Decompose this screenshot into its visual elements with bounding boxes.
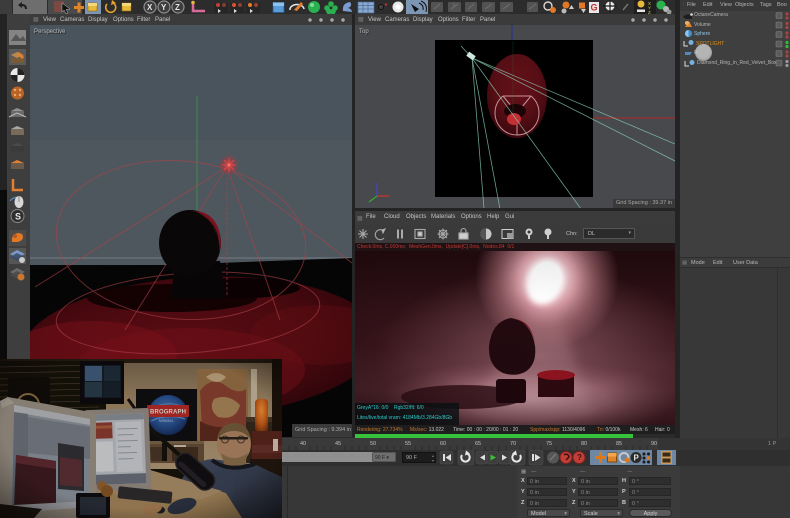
svg-text:P: P (634, 454, 640, 463)
svg-text:X: X (147, 3, 153, 12)
svg-text:40: 40 (300, 441, 306, 447)
svg-text:45: 45 (335, 441, 341, 447)
svg-text:?: ? (577, 453, 582, 462)
svg-text:75: 75 (546, 441, 552, 447)
svg-text:55: 55 (405, 441, 411, 447)
svg-text:S: S (15, 212, 21, 222)
svg-text:1 P: 1 P (768, 441, 777, 447)
svg-text:80: 80 (581, 441, 587, 447)
svg-text:G: G (591, 3, 598, 13)
svg-text:70: 70 (510, 441, 516, 447)
svg-text:Y: Y (161, 3, 167, 12)
svg-text:60: 60 (440, 441, 446, 447)
svg-text:50: 50 (370, 441, 376, 447)
svg-text:Z: Z (175, 3, 180, 12)
svg-text:65: 65 (475, 441, 481, 447)
svg-text:90: 90 (651, 441, 657, 447)
svg-text:85: 85 (616, 441, 622, 447)
